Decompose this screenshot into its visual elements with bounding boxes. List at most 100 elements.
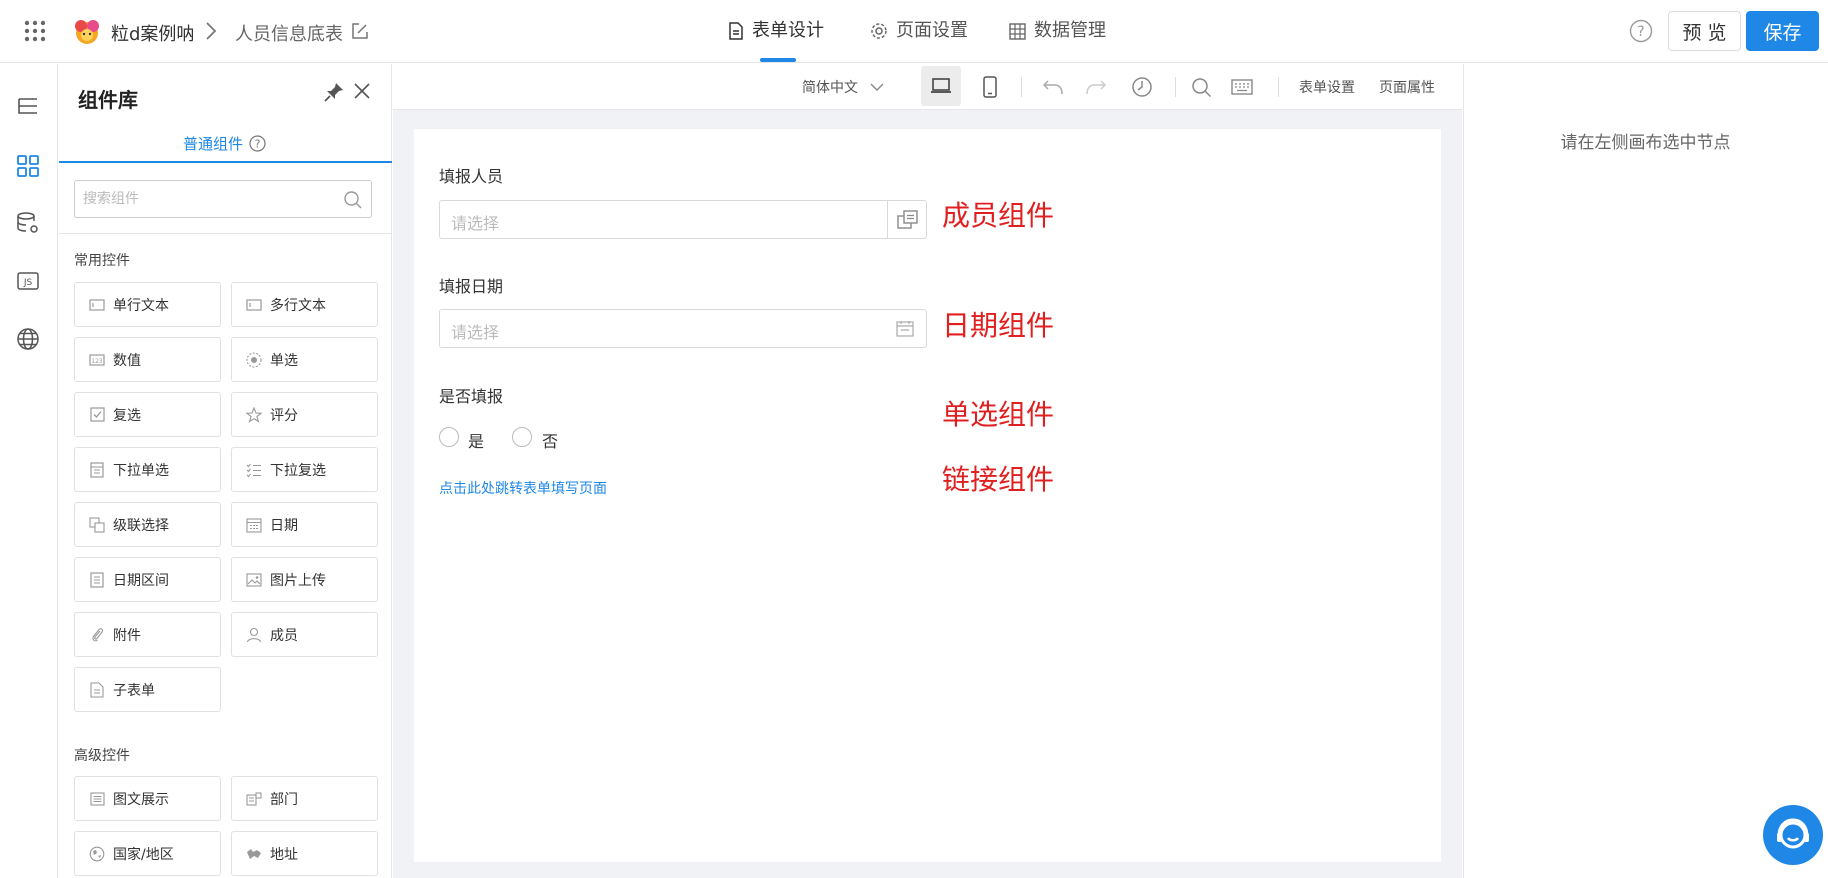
- checkbox-icon: [89, 407, 105, 423]
- radio-icon: [246, 351, 262, 368]
- image-upload-icon: [246, 572, 262, 588]
- save-button[interactable]: 保存: [1746, 11, 1819, 51]
- component-label: 图片上传: [270, 572, 326, 589]
- single-line-text-icon: [89, 297, 105, 313]
- tab-form-design[interactable]: 表单设计: [728, 19, 824, 43]
- field-label-reporter: 填报人员: [439, 167, 504, 186]
- field-placeholder: 请选择: [451, 214, 500, 233]
- app-grid-icon[interactable]: [24, 20, 46, 42]
- toolbar-divider: [1021, 77, 1022, 97]
- help-icon[interactable]: ?: [1629, 19, 1653, 43]
- component-image-upload[interactable]: 图片上传: [231, 557, 378, 602]
- dropdown-multi-icon: [246, 462, 262, 478]
- customer-service-button[interactable]: [1763, 805, 1823, 865]
- history-icon[interactable]: [1131, 76, 1153, 98]
- svg-text:JS: JS: [23, 278, 33, 288]
- annotation-link: 链接组件: [942, 463, 1055, 496]
- headset-icon: [1772, 814, 1814, 856]
- component-subform[interactable]: 子表单: [74, 667, 221, 712]
- address-icon: [246, 846, 262, 862]
- member-picker-icon[interactable]: [897, 210, 919, 230]
- pc-view-button[interactable]: [921, 66, 961, 106]
- search-icon[interactable]: [343, 190, 363, 210]
- component-member[interactable]: 成员: [231, 612, 378, 657]
- active-tab-indicator: [760, 58, 796, 62]
- help-icon[interactable]: ?: [249, 135, 266, 152]
- mobile-view-button[interactable]: [983, 76, 997, 98]
- table-icon: [1009, 22, 1026, 40]
- component-date-range[interactable]: 日期区间: [74, 557, 221, 602]
- tab-page-settings[interactable]: 页面设置: [870, 19, 968, 43]
- properties-panel: [1463, 64, 1828, 878]
- component-country[interactable]: 国家/地区: [74, 831, 221, 876]
- component-dropdown-multi[interactable]: 下拉复选: [231, 447, 378, 492]
- component-checkbox[interactable]: 复选: [74, 392, 221, 437]
- component-number[interactable]: 123 数值: [74, 337, 221, 382]
- component-single-line-text[interactable]: 单行文本: [74, 282, 221, 327]
- radio-yes[interactable]: [439, 427, 459, 447]
- tab-common-components[interactable]: 普通组件 ?: [183, 133, 266, 154]
- undo-icon[interactable]: [1042, 78, 1064, 96]
- member-select-field[interactable]: 请选择: [439, 200, 927, 239]
- component-attachment[interactable]: 附件: [74, 612, 221, 657]
- star-icon: [246, 406, 262, 423]
- panel-title: 组件库: [78, 88, 138, 112]
- app-name[interactable]: 粒d案例呐: [111, 20, 194, 46]
- component-department[interactable]: 部门: [231, 776, 378, 821]
- page-properties-button[interactable]: 页面属性: [1379, 77, 1435, 97]
- rich-text-icon: [89, 791, 105, 807]
- globe-icon[interactable]: [16, 327, 40, 351]
- form-fill-link[interactable]: 点击此处跳转表单填写页面: [439, 478, 607, 498]
- panel-tab-indicator: [59, 161, 392, 163]
- components-grid-icon[interactable]: [16, 154, 40, 178]
- date-picker-field[interactable]: 请选择: [439, 309, 927, 348]
- component-cascader[interactable]: 级联选择: [74, 502, 221, 547]
- tab-label: 表单设计: [752, 20, 824, 41]
- field-placeholder: 请选择: [451, 323, 500, 342]
- number-icon: 123: [89, 352, 105, 368]
- component-label: 数值: [113, 352, 141, 369]
- component-label: 地址: [270, 846, 298, 863]
- component-rich-text[interactable]: 图文展示: [74, 776, 221, 821]
- js-icon[interactable]: JS: [16, 269, 40, 293]
- component-dropdown-single[interactable]: 下拉单选: [74, 447, 221, 492]
- redo-icon[interactable]: [1085, 78, 1107, 96]
- component-label: 成员: [270, 627, 298, 644]
- date-range-icon: [89, 571, 105, 588]
- data-source-icon[interactable]: [16, 211, 40, 235]
- component-date[interactable]: 日期: [231, 502, 378, 547]
- search-input[interactable]: [83, 189, 323, 209]
- component-label: 子表单: [113, 682, 155, 699]
- outline-tree-icon[interactable]: [16, 95, 40, 119]
- form-settings-button[interactable]: 表单设置: [1299, 77, 1355, 97]
- component-address[interactable]: 地址: [231, 831, 378, 876]
- component-radio[interactable]: 单选: [231, 337, 378, 382]
- annotation-date: 日期组件: [942, 309, 1055, 342]
- language-select[interactable]: 简体中文: [802, 77, 884, 97]
- close-icon[interactable]: [353, 82, 371, 100]
- radio-label-no: 否: [542, 432, 559, 451]
- tab-data-management[interactable]: 数据管理: [1009, 19, 1106, 43]
- panel-tab-label: 普通组件: [183, 135, 244, 153]
- attachment-icon: [89, 627, 105, 643]
- keyboard-icon[interactable]: [1231, 79, 1253, 95]
- page-name: 人员信息底表: [235, 24, 343, 45]
- dropdown-single-icon: [89, 461, 105, 478]
- divider: [59, 233, 392, 234]
- field-label-date: 填报日期: [439, 277, 504, 296]
- laptop-icon: [930, 77, 952, 95]
- component-rating[interactable]: 评分: [231, 392, 378, 437]
- pin-icon[interactable]: [323, 81, 345, 103]
- search-icon[interactable]: [1191, 77, 1212, 98]
- annotation-radio: 单选组件: [942, 398, 1055, 431]
- component-search[interactable]: [74, 180, 372, 218]
- component-multi-line-text[interactable]: 多行文本: [231, 282, 378, 327]
- divider: [887, 201, 888, 238]
- component-label: 下拉单选: [113, 462, 169, 479]
- preview-button[interactable]: 预 览: [1668, 11, 1741, 51]
- radio-no[interactable]: [512, 427, 532, 447]
- multi-line-text-icon: [246, 297, 262, 313]
- radio-label-yes: 是: [468, 432, 485, 451]
- edit-icon[interactable]: [351, 22, 369, 40]
- svg-text:?: ?: [255, 138, 261, 151]
